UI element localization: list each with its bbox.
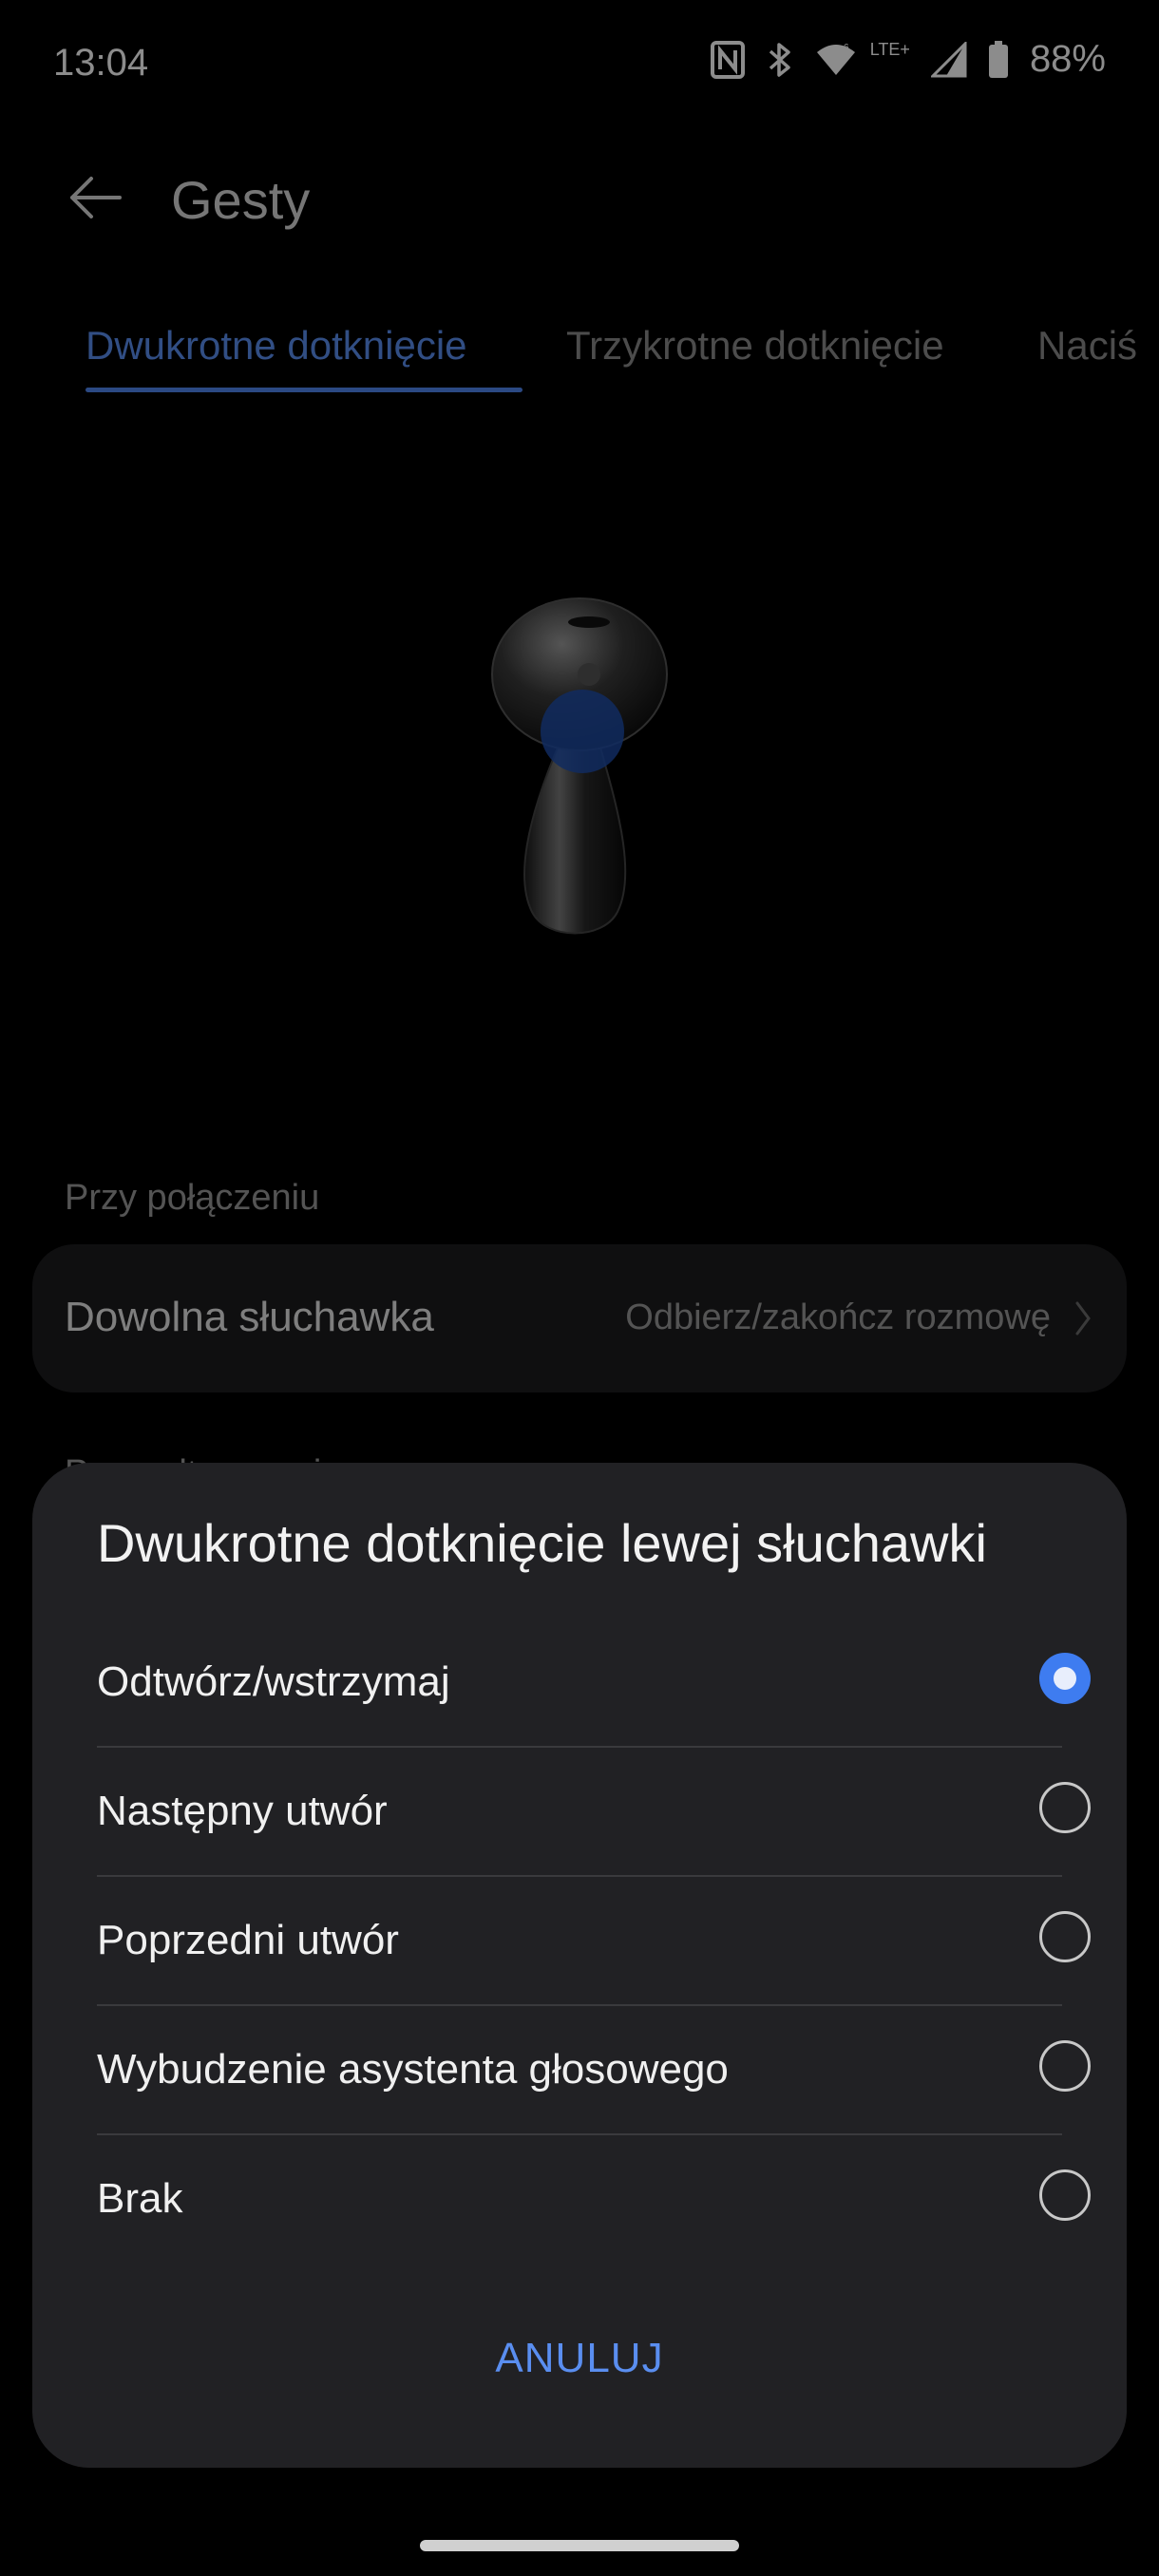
radio-unselected[interactable] [1039, 2040, 1091, 2092]
gesture-action-dialog: Dwukrotne dotknięcie lewej słuchawki Odt… [32, 1463, 1127, 2468]
radio-selected[interactable] [1039, 1653, 1091, 1704]
cancel-button[interactable]: ANULUJ [32, 2335, 1127, 2382]
option-none[interactable]: Brak [97, 2133, 1094, 2263]
home-indicator[interactable] [420, 2540, 739, 2551]
option-next-track[interactable]: Następny utwór [97, 1746, 1094, 1875]
option-label: Brak [97, 2175, 183, 2222]
option-label: Wybudzenie asystenta głosowego [97, 2046, 729, 2093]
option-previous-track[interactable]: Poprzedni utwór [97, 1875, 1094, 2004]
radio-unselected[interactable] [1039, 2169, 1091, 2221]
radio-unselected[interactable] [1039, 1911, 1091, 1962]
option-label: Odtwórz/wstrzymaj [97, 1658, 450, 1705]
dialog-title: Dwukrotne dotknięcie lewej słuchawki [97, 1513, 987, 1573]
option-label: Następny utwór [97, 1788, 388, 1834]
option-voice-assistant[interactable]: Wybudzenie asystenta głosowego [97, 2004, 1094, 2133]
option-play-pause[interactable]: Odtwórz/wstrzymaj [97, 1617, 1094, 1746]
radio-unselected[interactable] [1039, 1782, 1091, 1833]
option-label: Poprzedni utwór [97, 1917, 399, 1963]
